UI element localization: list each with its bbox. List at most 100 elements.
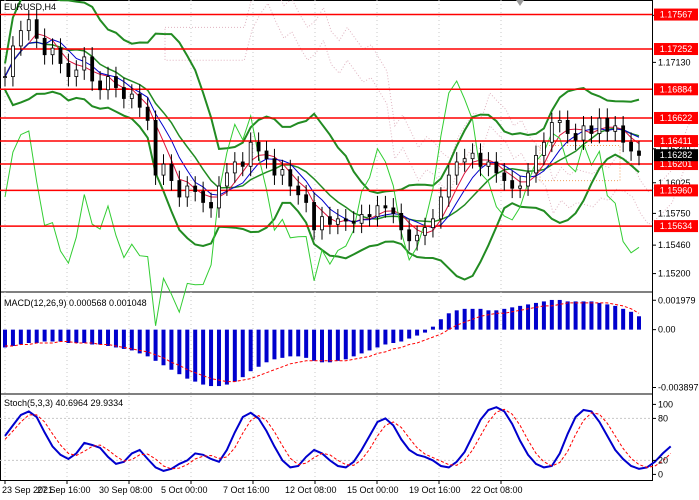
candle (328, 216, 332, 225)
candle (518, 185, 523, 189)
macd-histogram-bar (549, 299, 554, 330)
candle (193, 185, 198, 192)
macd-histogram-bar (526, 304, 531, 330)
candle (581, 125, 586, 141)
macd-label: MACD(12,26,9) 0.000568 0.001048 (4, 298, 147, 308)
trading-chart[interactable]: EURUSD,H41.175671.171301.163401.160251.1… (0, 0, 699, 498)
macd-histogram-bar (34, 329, 39, 343)
macd-histogram-bar (629, 311, 634, 330)
macd-histogram-bar (391, 329, 396, 343)
candle (217, 185, 221, 209)
candle (272, 158, 277, 176)
macd-histogram-bar (581, 301, 586, 330)
macd-histogram-bar (367, 329, 372, 351)
time-tick-label: 12 Oct 08:00 (285, 485, 337, 495)
macd-histogram-bar (446, 313, 451, 330)
candle (161, 163, 166, 176)
macd-histogram-bar (232, 329, 237, 382)
candle (18, 30, 23, 47)
macd-histogram-bar (161, 329, 166, 366)
candle (11, 45, 15, 78)
macd-histogram-bar (113, 329, 118, 348)
macd-histogram-bar (288, 329, 293, 357)
candle (304, 194, 309, 203)
macd-histogram-bar (106, 329, 111, 346)
macd-histogram-bar (423, 329, 428, 333)
candle (510, 180, 515, 189)
candle (90, 56, 95, 82)
time-tick-label: 27 Sep 16:00 (37, 485, 91, 495)
current-price-label: 1.16282 (660, 150, 693, 160)
candle (549, 122, 554, 143)
candle (359, 214, 364, 224)
macd-histogram-bar (66, 329, 71, 343)
macd-histogram-bar (335, 329, 340, 361)
candle (462, 158, 467, 163)
candle (486, 161, 491, 167)
macd-histogram-bar (296, 329, 301, 357)
candle (438, 196, 443, 220)
macd-histogram-bar (486, 310, 491, 330)
macd-tick-label: 0.00 (658, 325, 676, 335)
candle (280, 169, 285, 176)
macd-histogram-bar (82, 329, 87, 343)
candle (224, 172, 229, 187)
macd-histogram-bar (137, 329, 142, 354)
macd-histogram-bar (621, 308, 626, 330)
macd-histogram-bar (280, 329, 285, 358)
candle (470, 152, 475, 160)
candle (343, 218, 348, 222)
macd-histogram-bar (541, 301, 546, 330)
level-price-label: 1.16622 (660, 113, 693, 123)
macd-histogram-bar (26, 329, 31, 343)
candle (502, 172, 507, 181)
price-tick-label: 1.15750 (658, 208, 691, 218)
macd-histogram-bar (415, 329, 420, 336)
macd-histogram-bar (98, 329, 103, 345)
candle (391, 207, 396, 214)
macd-histogram-bar (375, 329, 380, 348)
candle (201, 191, 206, 203)
candle (209, 202, 213, 209)
candle (565, 119, 570, 134)
macd-tick-label: -0.003897 (658, 383, 699, 393)
macd-histogram-bar (605, 304, 610, 330)
candle (446, 174, 451, 198)
candle (26, 19, 31, 32)
macd-histogram-bar (129, 329, 134, 351)
level-price-label: 1.16411 (660, 136, 692, 146)
level-price-label: 1.17567 (660, 10, 693, 20)
macd-histogram-bar (304, 329, 309, 358)
candle (177, 180, 182, 198)
stoch-tick-label: 20 (658, 455, 668, 465)
macd-histogram-bar (3, 329, 7, 348)
candle (415, 234, 420, 242)
macd-histogram-bar (565, 301, 570, 330)
chart-canvas[interactable]: EURUSD,H41.175671.171301.163401.160251.1… (0, 0, 699, 498)
candle (288, 169, 293, 187)
candle (399, 212, 404, 231)
macd-histogram-bar (462, 308, 467, 330)
middle-band-line (4, 41, 640, 223)
macd-histogram-bar (74, 329, 79, 343)
stoch-tick-label: 100 (658, 399, 673, 409)
candle (526, 172, 530, 187)
candle (66, 63, 71, 78)
macd-histogram-bar (10, 329, 15, 346)
macd-histogram-bar (589, 301, 594, 330)
macd-histogram-bar (399, 329, 404, 342)
candle (34, 19, 39, 39)
candle (137, 93, 142, 108)
candle (351, 220, 356, 224)
macd-histogram-bar (510, 307, 515, 330)
candle (58, 47, 63, 64)
time-tick-label: 7 Oct 16:00 (223, 485, 270, 495)
macd-histogram-bar (343, 329, 348, 360)
price-tick-label: 1.15460 (658, 240, 691, 250)
plot-frame (0, 0, 653, 481)
candle (320, 216, 324, 231)
candle (240, 161, 245, 167)
candle (264, 150, 269, 160)
macd-histogram-bar (224, 329, 229, 385)
stoch-tick-label: 0 (658, 469, 663, 479)
